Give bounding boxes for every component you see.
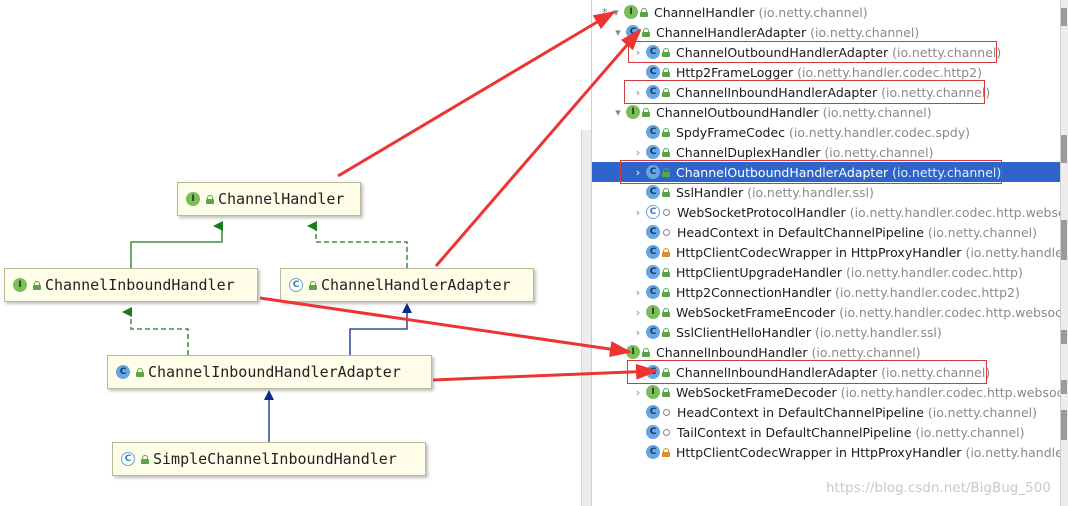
diagram-connectors [122,10,658,442]
annotation-arrow [337,10,616,178]
annotation-arrow [259,296,632,358]
implements-connector [307,221,408,268]
watermark: https://blog.csdn.net/BigBug_500 [826,480,1051,496]
annotation-arrow [432,363,658,382]
implements-connector [122,307,189,355]
annotation-arrow [434,28,642,267]
extends-connector [130,221,223,268]
